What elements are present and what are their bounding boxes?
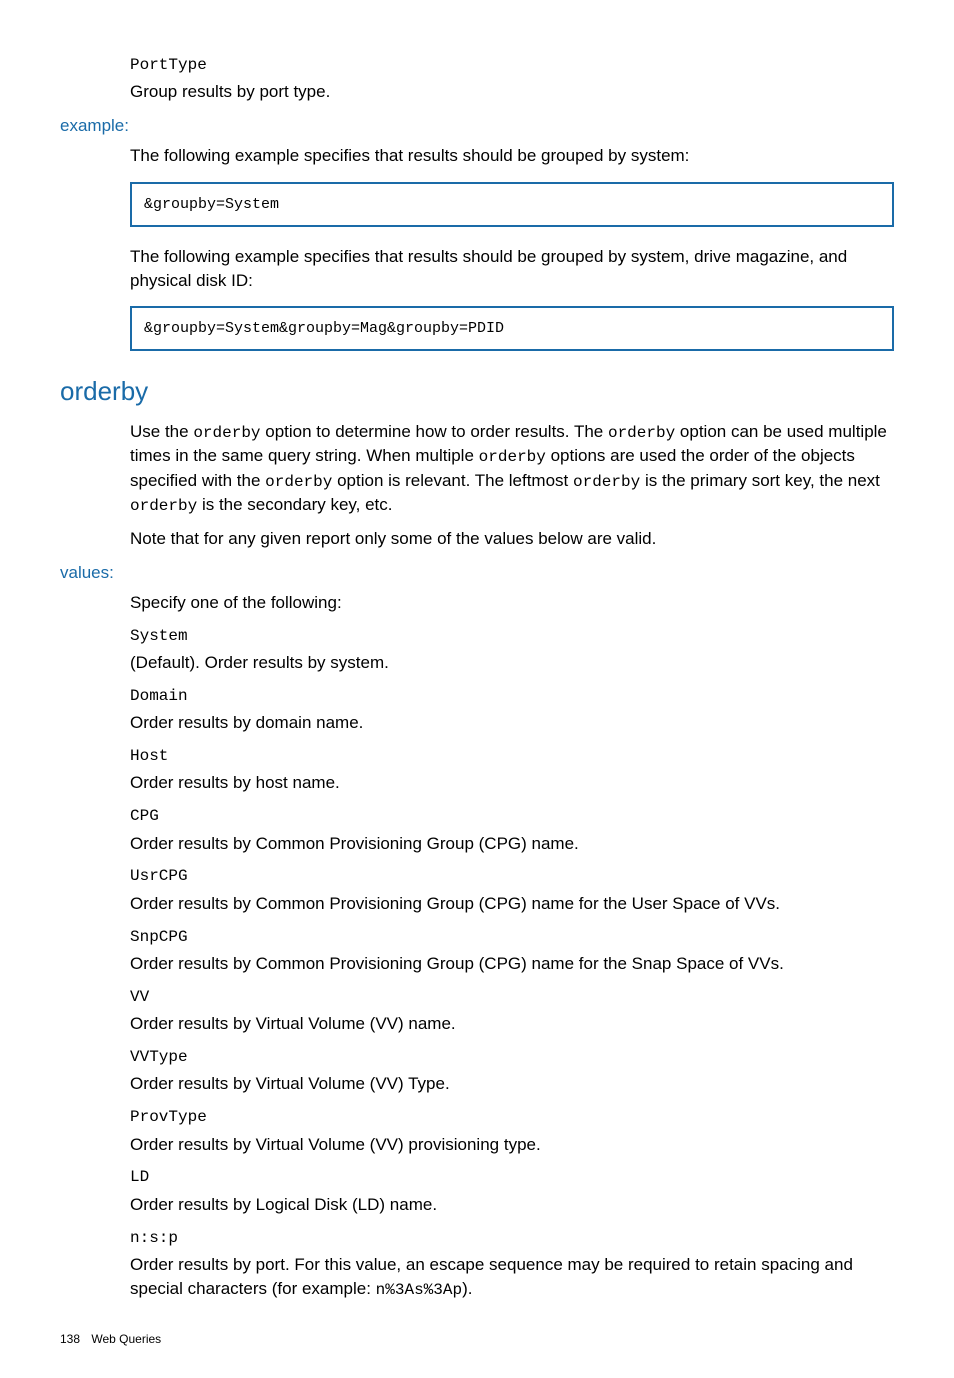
value-desc: Order results by Virtual Volume (VV) pro… — [130, 1133, 894, 1157]
value-item: Domain Order results by domain name. — [130, 685, 894, 735]
values-intro: Specify one of the following: — [130, 591, 894, 615]
text-span: option to determine how to order results… — [261, 422, 608, 441]
value-desc: Order results by Virtual Volume (VV) nam… — [130, 1012, 894, 1036]
value-desc: Order results by Virtual Volume (VV) Typ… — [130, 1072, 894, 1096]
value-item: n:s:p Order results by port. For this va… — [130, 1227, 894, 1302]
value-term: UsrCPG — [130, 865, 894, 887]
text-span: is the primary sort key, the next — [640, 471, 880, 490]
code-span: orderby — [573, 473, 640, 491]
value-desc: Order results by domain name. — [130, 711, 894, 735]
value-term: n:s:p — [130, 1227, 894, 1249]
orderby-heading: orderby — [60, 373, 894, 409]
value-desc: Order results by Common Provisioning Gro… — [130, 832, 894, 856]
value-term: ProvType — [130, 1106, 894, 1128]
value-item: LD Order results by Logical Disk (LD) na… — [130, 1166, 894, 1216]
value-item: SnpCPG Order results by Common Provision… — [130, 926, 894, 976]
example-label: example: — [60, 114, 894, 138]
value-desc: Order results by Common Provisioning Gro… — [130, 952, 894, 976]
example-para1: The following example specifies that res… — [130, 144, 894, 168]
value-term: SnpCPG — [130, 926, 894, 948]
text-span: option is relevant. The leftmost — [332, 471, 573, 490]
value-item: System (Default). Order results by syste… — [130, 625, 894, 675]
value-item: Host Order results by host name. — [130, 745, 894, 795]
value-desc: Order results by port. For this value, a… — [130, 1253, 894, 1301]
port-type-term: PortType — [130, 54, 894, 76]
code-span: orderby — [265, 473, 332, 491]
code-span: orderby — [608, 424, 675, 442]
port-type-desc: Group results by port type. — [130, 80, 894, 104]
value-term: LD — [130, 1166, 894, 1188]
value-item: VVType Order results by Virtual Volume (… — [130, 1046, 894, 1096]
value-item: ProvType Order results by Virtual Volume… — [130, 1106, 894, 1156]
text-span: is the secondary key, etc. — [197, 495, 392, 514]
footer-section: Web Queries — [91, 1332, 161, 1346]
orderby-para1: Use the orderby option to determine how … — [130, 420, 894, 518]
code-span: n%3As%3Ap — [376, 1281, 462, 1299]
page-number: 138 — [60, 1331, 80, 1348]
value-term: VV — [130, 986, 894, 1008]
page-footer: 138 Web Queries — [60, 1331, 894, 1348]
code-span: orderby — [193, 424, 260, 442]
text-span: Order results by port. For this value, a… — [130, 1255, 853, 1298]
value-term: System — [130, 625, 894, 647]
value-term: VVType — [130, 1046, 894, 1068]
text-span: Use the — [130, 422, 193, 441]
example-para2: The following example specifies that res… — [130, 245, 894, 293]
code-span: orderby — [130, 497, 197, 515]
value-item: CPG Order results by Common Provisioning… — [130, 805, 894, 855]
value-desc: Order results by Logical Disk (LD) name. — [130, 1193, 894, 1217]
value-desc: Order results by Common Provisioning Gro… — [130, 892, 894, 916]
value-term: Host — [130, 745, 894, 767]
text-span: ). — [462, 1279, 472, 1298]
value-term: Domain — [130, 685, 894, 707]
value-item: UsrCPG Order results by Common Provision… — [130, 865, 894, 915]
value-term: CPG — [130, 805, 894, 827]
orderby-para2: Note that for any given report only some… — [130, 527, 894, 551]
example-code2: &groupby=System&groupby=Mag&groupby=PDID — [130, 306, 894, 351]
example-code1: &groupby=System — [130, 182, 894, 227]
values-label: values: — [60, 561, 894, 585]
value-item: VV Order results by Virtual Volume (VV) … — [130, 986, 894, 1036]
code-span: orderby — [479, 448, 546, 466]
value-desc: (Default). Order results by system. — [130, 651, 894, 675]
value-desc: Order results by host name. — [130, 771, 894, 795]
